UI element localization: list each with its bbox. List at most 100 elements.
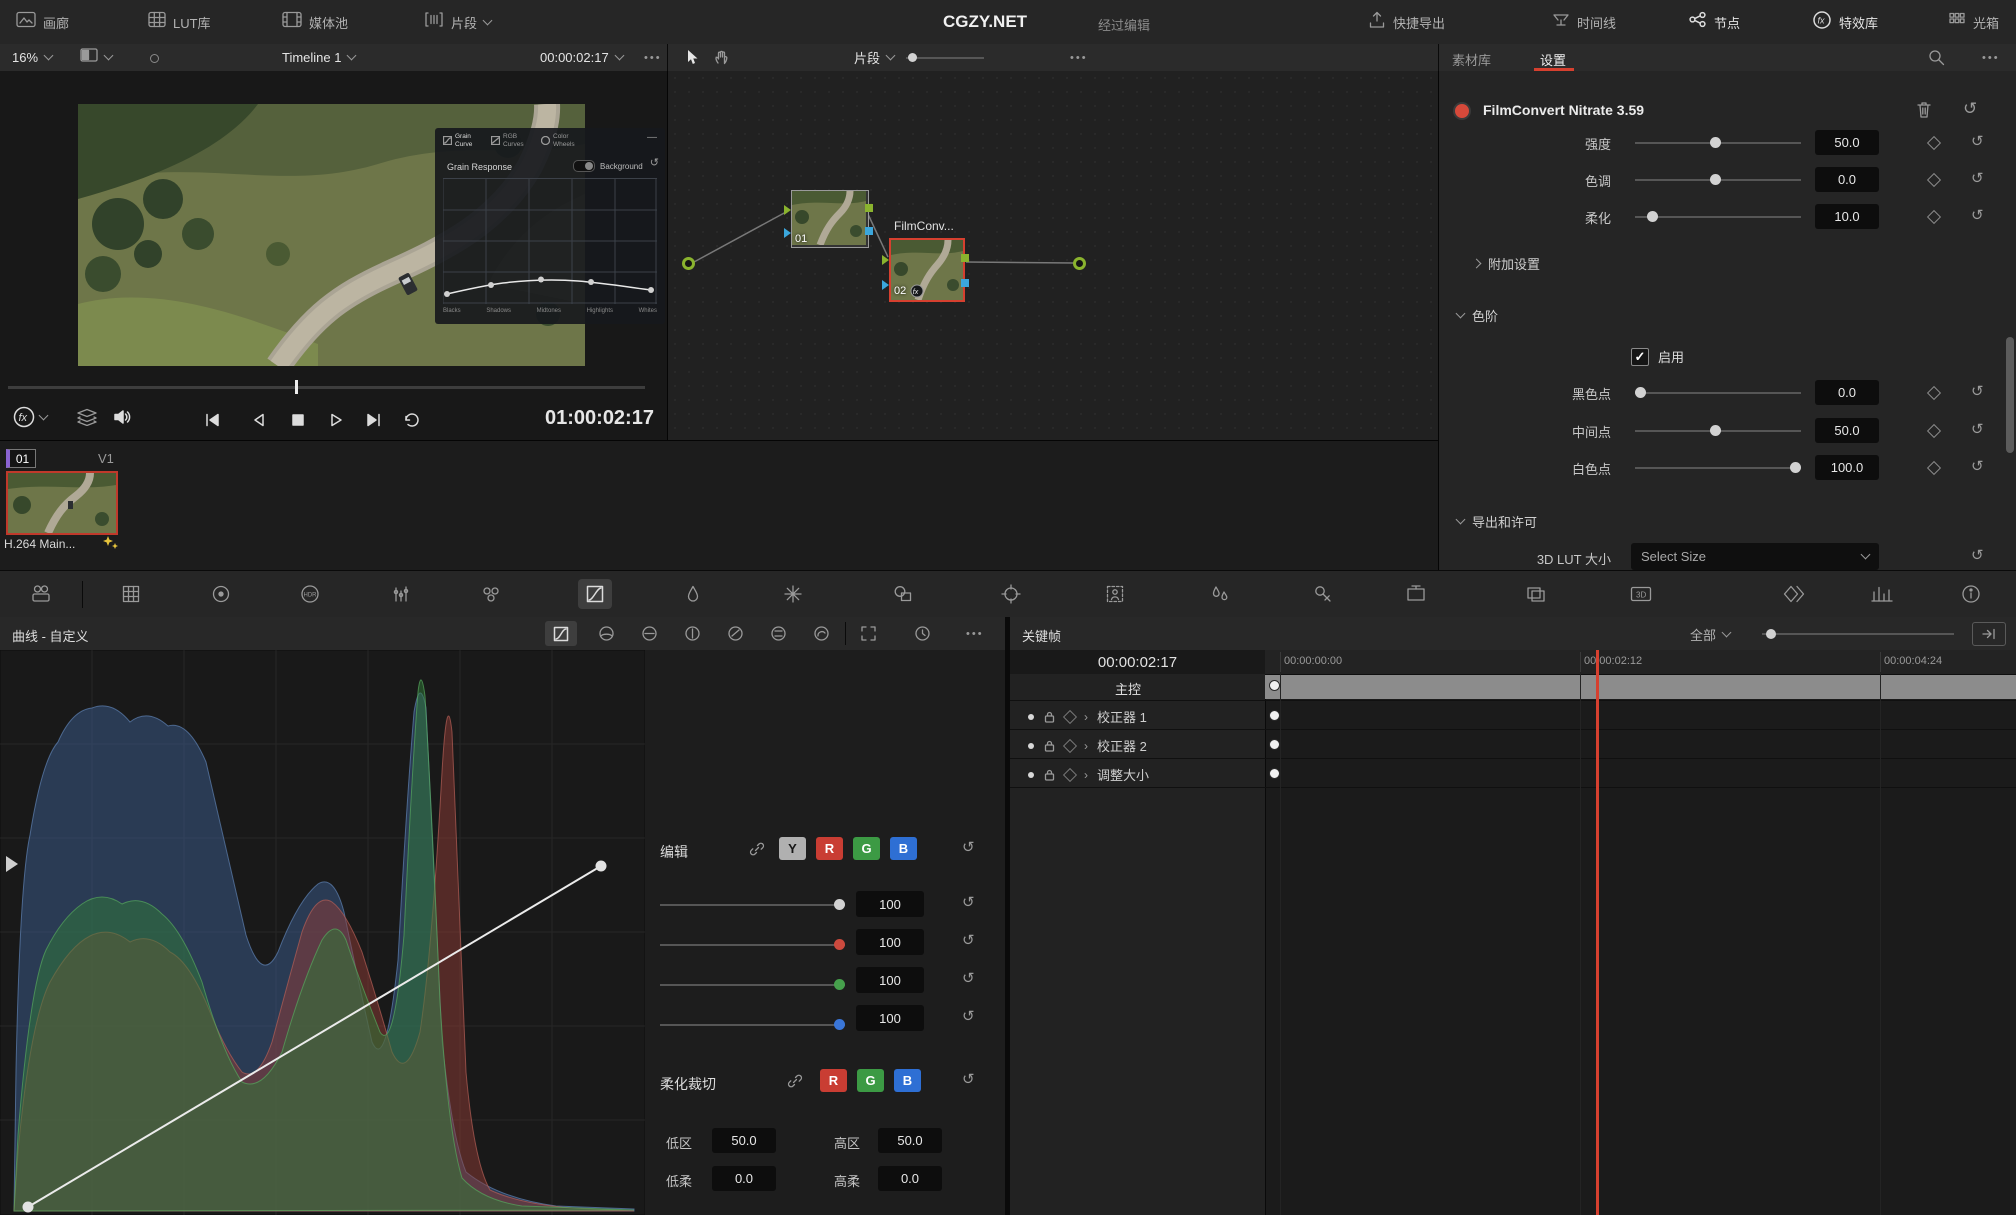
keyframe-diamond-icon[interactable] bbox=[1927, 210, 1941, 224]
whitepoint-slider[interactable] bbox=[1635, 467, 1801, 469]
reset-icon[interactable]: ↺ bbox=[962, 971, 975, 986]
curve-mode-hue-sat[interactable] bbox=[641, 625, 658, 647]
keyframe-diamond-icon[interactable] bbox=[1927, 424, 1941, 438]
curve-editor-graph[interactable] bbox=[0, 650, 645, 1215]
search-icon[interactable] bbox=[1928, 49, 1945, 71]
pointer-tool[interactable] bbox=[686, 49, 700, 71]
plugin-bypass-toggle[interactable] bbox=[1453, 102, 1471, 120]
track-row-corrector2[interactable]: › 校正器 2 bbox=[1028, 736, 1147, 755]
high-range-value[interactable]: 50.0 bbox=[878, 1128, 942, 1153]
tab-settings[interactable]: 设置 bbox=[1540, 50, 1566, 69]
lock-icon[interactable] bbox=[1043, 710, 1056, 724]
reset-icon[interactable]: ↺ bbox=[1971, 422, 1984, 437]
keyframe-dot[interactable] bbox=[1269, 680, 1280, 691]
high-soft-value[interactable]: 0.0 bbox=[878, 1166, 942, 1191]
topbar-item-clips[interactable]: 片段 bbox=[424, 0, 491, 44]
stop-button[interactable] bbox=[290, 412, 306, 433]
lock-icon[interactable] bbox=[1043, 739, 1056, 753]
reset-icon[interactable]: ↺ bbox=[1971, 548, 1984, 563]
reset-icon[interactable]: ↺ bbox=[962, 895, 975, 910]
node-output-dot[interactable] bbox=[1073, 257, 1086, 270]
g-gain-value[interactable]: 100 bbox=[856, 967, 924, 993]
key-input-port[interactable] bbox=[784, 228, 791, 238]
topbar-item-lightbox[interactable]: 光箱 bbox=[1948, 0, 1999, 44]
lut-size-dropdown[interactable]: Select Size bbox=[1631, 543, 1879, 570]
slider-knob[interactable] bbox=[908, 53, 917, 62]
strength-value[interactable]: 50.0 bbox=[1815, 130, 1879, 155]
r-gain-slider[interactable] bbox=[660, 944, 845, 946]
curves-palette-icon-active[interactable] bbox=[578, 579, 612, 609]
reset-icon[interactable]: ↺ bbox=[1971, 459, 1984, 474]
topbar-item-nodes[interactable]: 节点 bbox=[1688, 0, 1740, 44]
viewer-playhead[interactable] bbox=[295, 380, 298, 394]
overlay-reset-icon[interactable]: ↺ bbox=[650, 158, 659, 169]
wipe-modes-icon[interactable] bbox=[76, 408, 98, 431]
key-output-port[interactable] bbox=[961, 279, 969, 287]
slider-knob[interactable] bbox=[834, 899, 845, 910]
skip-end-button[interactable] bbox=[364, 411, 383, 434]
keyframe-diamond-icon[interactable] bbox=[1927, 386, 1941, 400]
timeline-selector[interactable]: Timeline 1 bbox=[282, 44, 355, 71]
topbar-item-lut[interactable]: LUT库 bbox=[148, 0, 211, 44]
key-output-port[interactable] bbox=[865, 227, 873, 235]
keyframe-zoom-slider[interactable] bbox=[1762, 633, 1954, 635]
scopes-icon[interactable] bbox=[1870, 583, 1894, 610]
reset-icon[interactable]: ↺ bbox=[962, 933, 975, 948]
key-input-port[interactable] bbox=[882, 280, 889, 290]
chevron-right-icon[interactable]: › bbox=[1084, 710, 1088, 724]
slider-knob[interactable] bbox=[1766, 629, 1776, 639]
slider-knob[interactable] bbox=[1635, 387, 1646, 398]
midpoint-slider[interactable] bbox=[1635, 430, 1801, 432]
keyer-icon[interactable] bbox=[1312, 583, 1334, 610]
keyframe-diamond-icon[interactable] bbox=[1063, 709, 1077, 723]
midpoint-value[interactable]: 50.0 bbox=[1815, 418, 1879, 443]
sizing-icon[interactable] bbox=[1404, 583, 1428, 610]
topbar-item-timeline[interactable]: 时间线 bbox=[1552, 0, 1616, 44]
node-options-menu[interactable]: ••• bbox=[1070, 52, 1088, 64]
chevron-right-icon[interactable]: › bbox=[1084, 739, 1088, 753]
track-row-corrector1[interactable]: › 校正器 1 bbox=[1028, 707, 1147, 726]
strength-slider[interactable] bbox=[1635, 142, 1801, 144]
curve-point-high[interactable] bbox=[596, 861, 607, 872]
filmconvert-overlay[interactable]: Grain Curve RGB Curves Color Wheels — Gr… bbox=[435, 128, 665, 324]
power-window-icon[interactable] bbox=[892, 583, 914, 610]
reset-icon[interactable]: ↺ bbox=[962, 1072, 975, 1087]
section-export-license[interactable]: 导出和许可 bbox=[1457, 512, 1537, 531]
curves-mode-title[interactable]: 曲线 - 自定义 bbox=[12, 626, 89, 645]
primary-bars-icon[interactable] bbox=[390, 583, 412, 610]
keyframe-diamond-icon[interactable] bbox=[1063, 767, 1077, 781]
section-additional-settings[interactable]: 附加设置 bbox=[1473, 254, 1540, 273]
softclip-r-button[interactable]: R bbox=[820, 1069, 847, 1092]
track-row-sizing[interactable]: › 调整大小 bbox=[1028, 765, 1149, 784]
curve-history-icon[interactable] bbox=[914, 625, 931, 647]
curves-options-menu[interactable]: ••• bbox=[966, 628, 984, 640]
expand-editor-icon[interactable] bbox=[860, 625, 877, 647]
link-channels-icon[interactable] bbox=[748, 840, 766, 863]
curve-point-low[interactable] bbox=[23, 1202, 34, 1213]
viewer-scrub-bar[interactable] bbox=[8, 386, 645, 389]
qualifier-3d-icon[interactable] bbox=[782, 583, 804, 610]
curve-mode-custom-active[interactable] bbox=[545, 621, 577, 646]
step-back-button[interactable] bbox=[250, 411, 267, 434]
chevron-right-icon[interactable]: › bbox=[1084, 768, 1088, 782]
soften-value[interactable]: 10.0 bbox=[1815, 204, 1879, 229]
rgb-output-port[interactable] bbox=[865, 204, 873, 212]
reset-icon[interactable]: ↺ bbox=[1971, 171, 1984, 186]
curve-mode-sat-lum[interactable] bbox=[813, 625, 830, 647]
reset-icon[interactable]: ↺ bbox=[1971, 208, 1984, 223]
keyframe-dot[interactable] bbox=[1269, 739, 1280, 750]
master-track-bar[interactable] bbox=[1265, 675, 2016, 699]
levels-enable-checkbox[interactable]: ✓ 启用 bbox=[1631, 347, 1684, 366]
toggle-pill[interactable] bbox=[573, 160, 595, 172]
curve-mode-lum-sat[interactable] bbox=[727, 625, 744, 647]
track-enable-dot[interactable] bbox=[1028, 743, 1034, 749]
viewer-fx-dropdown[interactable]: fx bbox=[12, 405, 47, 429]
softclip-b-button[interactable]: B bbox=[894, 1069, 921, 1092]
b-gain-slider[interactable] bbox=[660, 1024, 845, 1026]
color-wheels-icon[interactable] bbox=[210, 583, 232, 610]
keyframe-ruler[interactable]: 00:00:00:00 00:00:02:12 00:00:04:24 bbox=[1265, 650, 2016, 675]
keyframe-dot[interactable] bbox=[1269, 768, 1280, 779]
curve-mode-hue-lum[interactable] bbox=[684, 625, 701, 647]
curve-mode-sat-sat[interactable] bbox=[770, 625, 787, 647]
slider-knob[interactable] bbox=[834, 979, 845, 990]
